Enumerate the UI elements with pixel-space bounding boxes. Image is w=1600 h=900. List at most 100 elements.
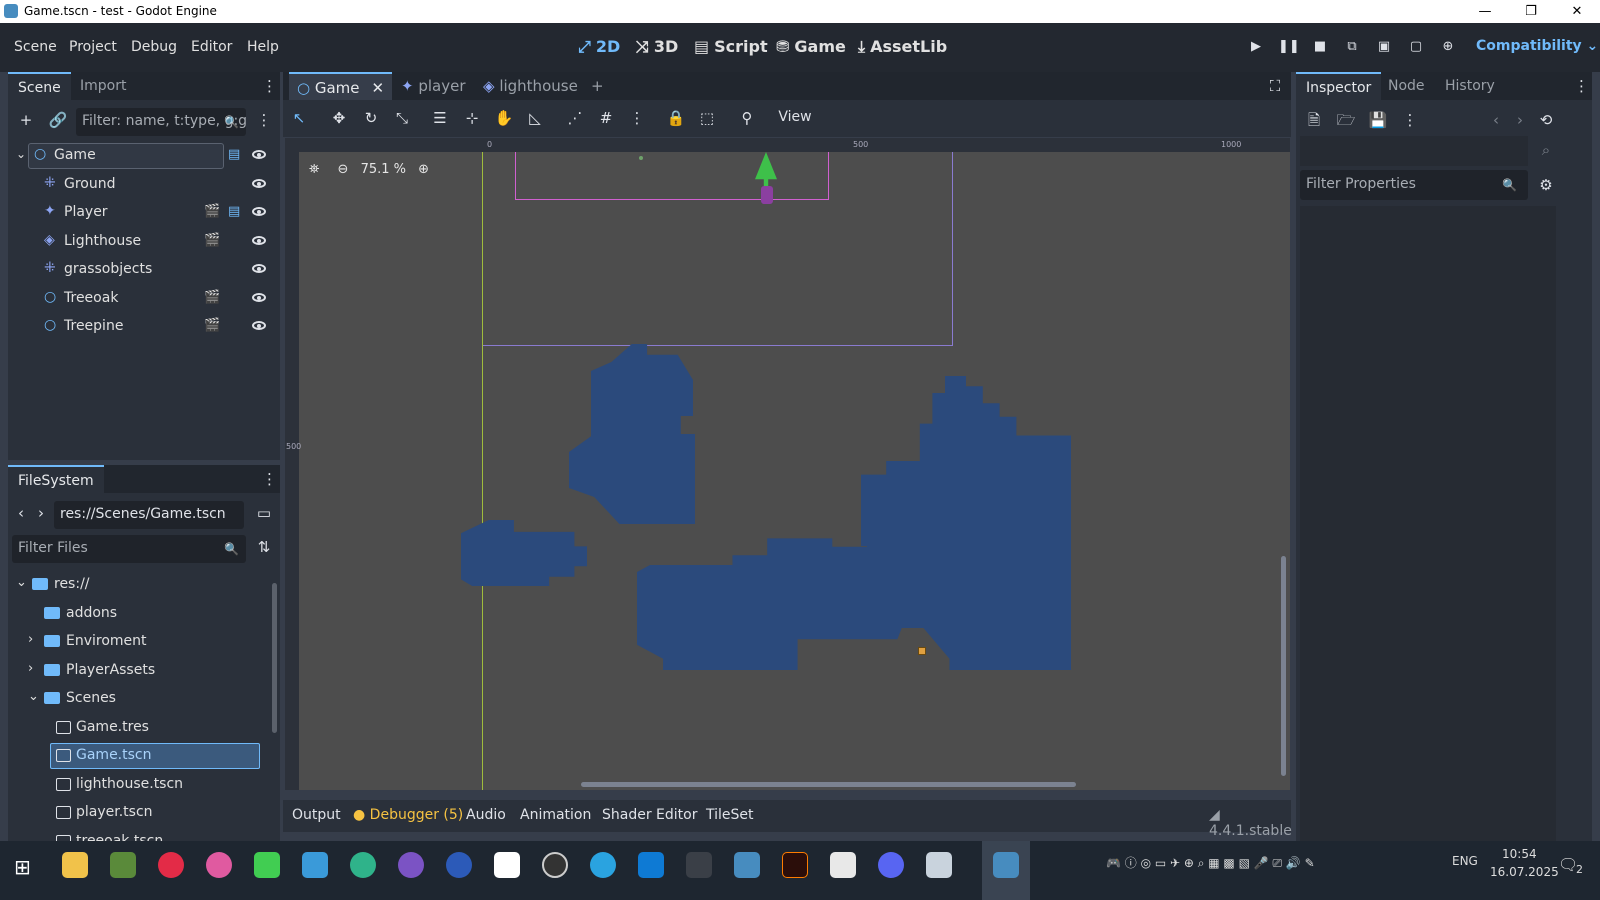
vertical-scrollbar[interactable] [1281,556,1286,776]
script-icon[interactable]: ▤ [228,147,240,162]
minecraft-icon[interactable] [110,852,136,878]
path-field[interactable]: res://Scenes/Game.tscn [54,501,244,529]
expand-icon[interactable]: › [28,661,33,676]
tab-output[interactable]: Output [292,807,341,823]
water-tiles[interactable] [637,530,1071,670]
tab-game-scene[interactable]: ○ Game ✕ [289,72,393,100]
menu-editor[interactable]: Editor [191,39,232,55]
vscode-icon[interactable] [638,852,664,878]
collapse-icon[interactable]: ⌄ [16,147,26,161]
workspace-2d[interactable]: ⤢ 2D [578,37,620,57]
tab-history[interactable]: History [1435,72,1505,100]
scene-node-treepine[interactable]: ○ Treepine 🎬 [14,313,284,341]
folder-item[interactable]: ⌄ res:// [12,571,280,599]
play-custom-scene-icon[interactable]: ▢ [1406,39,1426,57]
new-resource-icon[interactable]: 🗎 [1304,110,1324,130]
add-scene-tab-icon[interactable]: + [583,72,612,100]
minimize-button[interactable]: — [1462,1,1508,22]
telegram-icon[interactable] [590,852,616,878]
view-menu[interactable]: View [775,109,815,129]
folder-item[interactable]: › PlayerAssets [12,657,280,685]
move-tool-icon[interactable]: ✥ [329,109,349,129]
tab-node[interactable]: Node [1378,72,1435,100]
pan-tool-icon[interactable]: ✋ [494,109,514,129]
close-window-button[interactable]: ✕ [1554,1,1600,22]
object-history-icon[interactable]: ⟲ [1536,110,1556,130]
dock-menu-icon[interactable]: ⋮ [262,469,277,489]
tab-shader-editor[interactable]: Shader Editor [602,807,697,823]
folder-item[interactable]: ⌄ Scenes [12,685,280,713]
zoom-level[interactable]: 75.1 % [361,162,406,177]
sort-icon[interactable]: ⇅ [254,537,274,557]
visibility-eye-icon[interactable] [252,321,266,330]
inspector-options-icon[interactable]: ⚙ [1536,175,1556,195]
menu-debug[interactable]: Debug [131,39,177,55]
window-titlebar[interactable]: Game.tscn - test - Godot Engine — ❐ ✕ [0,0,1600,23]
tab-inspector[interactable]: Inspector [1296,72,1382,100]
visibility-eye-icon[interactable] [252,292,266,302]
distraction-free-icon[interactable]: ⛶ [1265,76,1285,96]
back-icon[interactable]: ‹ [14,503,28,523]
lock-icon[interactable]: 🔒 [666,109,686,129]
water-tiles[interactable] [569,434,695,524]
tab-scene[interactable]: Scene [8,72,71,100]
tab-debugger[interactable]: ● Debugger (5) [353,807,463,823]
history-back-icon[interactable]: ‹ [1486,110,1506,130]
tab-audio[interactable]: Audio [466,807,506,823]
stop-icon[interactable]: ■ [1310,39,1330,57]
snap-options-icon[interactable]: ⋮ [627,109,647,129]
github-desktop-icon[interactable] [350,852,376,878]
collapse-icon[interactable]: ⌄ [16,575,27,590]
qt-icon[interactable] [254,852,280,878]
scene-node-lighthouse[interactable]: ◈ Lighthouse 🎬 [14,228,284,256]
scene-node-game[interactable]: ⌄ ○ Game ▤ [14,142,284,170]
start-icon[interactable]: ⊞ [14,855,31,879]
tab-animation[interactable]: Animation [520,807,591,823]
folder-item[interactable]: addons [12,600,280,628]
inspector-filter-input[interactable]: Filter Properties [1300,170,1528,200]
forward-icon[interactable]: › [34,503,48,523]
canvas-viewport[interactable]: 0 500 1000 500 ⛯ ⊖ 75.1 % ⊕ [285,138,1290,790]
instance-scene-icon[interactable]: 🔗 [48,110,68,130]
clock-date[interactable]: 16.07.2025 [1490,865,1559,879]
script-icon[interactable]: ▤ [228,204,240,219]
file-item[interactable]: Game.tscn [12,742,280,770]
center-view-icon[interactable]: ⛯ [309,162,319,177]
capcut-icon[interactable] [494,852,520,878]
opera-icon[interactable] [158,852,184,878]
unity-icon[interactable] [686,852,712,878]
visibility-eye-icon[interactable] [252,207,266,216]
tab-filesystem[interactable]: FileSystem [8,465,104,493]
water-tiles[interactable] [461,520,587,586]
dock-menu-icon[interactable]: ⋮ [1574,76,1589,96]
zoom-out-icon[interactable]: ⊖ [338,162,349,177]
file-explorer-icon[interactable] [62,852,88,878]
workspace-game[interactable]: ⛃ Game [776,37,846,56]
player-sprite[interactable] [761,186,773,204]
file-filter-input[interactable]: Filter Files [12,535,246,563]
workspace-assetlib[interactable]: ⤓ AssetLib [858,37,947,57]
app-icon[interactable] [446,852,472,878]
file-tree-scrollbar[interactable] [272,583,277,733]
visibility-eye-icon[interactable] [252,150,266,159]
scene-node-treeoak[interactable]: ○ Treeoak 🎬 [14,285,284,313]
menu-scene[interactable]: Scene [14,39,57,55]
illustrator-icon[interactable] [782,852,808,878]
zoom-in-icon[interactable]: ⊕ [418,162,429,177]
godot-icon[interactable] [993,852,1019,878]
scene-node-player[interactable]: ✦ Player 🎬 ▤ [14,199,284,227]
smart-snap-icon[interactable]: ⋰ [565,109,585,129]
water-tiles[interactable] [861,376,1071,546]
workspace-3d[interactable]: ⤨ 3D [636,37,678,57]
open-instance-icon[interactable]: 🎬 [204,233,220,248]
visibility-eye-icon[interactable] [252,235,266,245]
list-selectable-icon[interactable]: ☰ [430,109,450,129]
dock-menu-icon[interactable]: ⋮ [262,76,277,96]
visibility-eye-icon[interactable] [252,264,266,273]
play-icon[interactable]: ▶ [1246,39,1266,57]
movie-maker-icon[interactable]: ⊕ [1438,39,1458,57]
viber-icon[interactable] [398,852,424,878]
split-view-icon[interactable]: ▭ [254,503,274,523]
discord-icon[interactable] [878,852,904,878]
clock-time[interactable]: 10:54 [1502,847,1537,861]
